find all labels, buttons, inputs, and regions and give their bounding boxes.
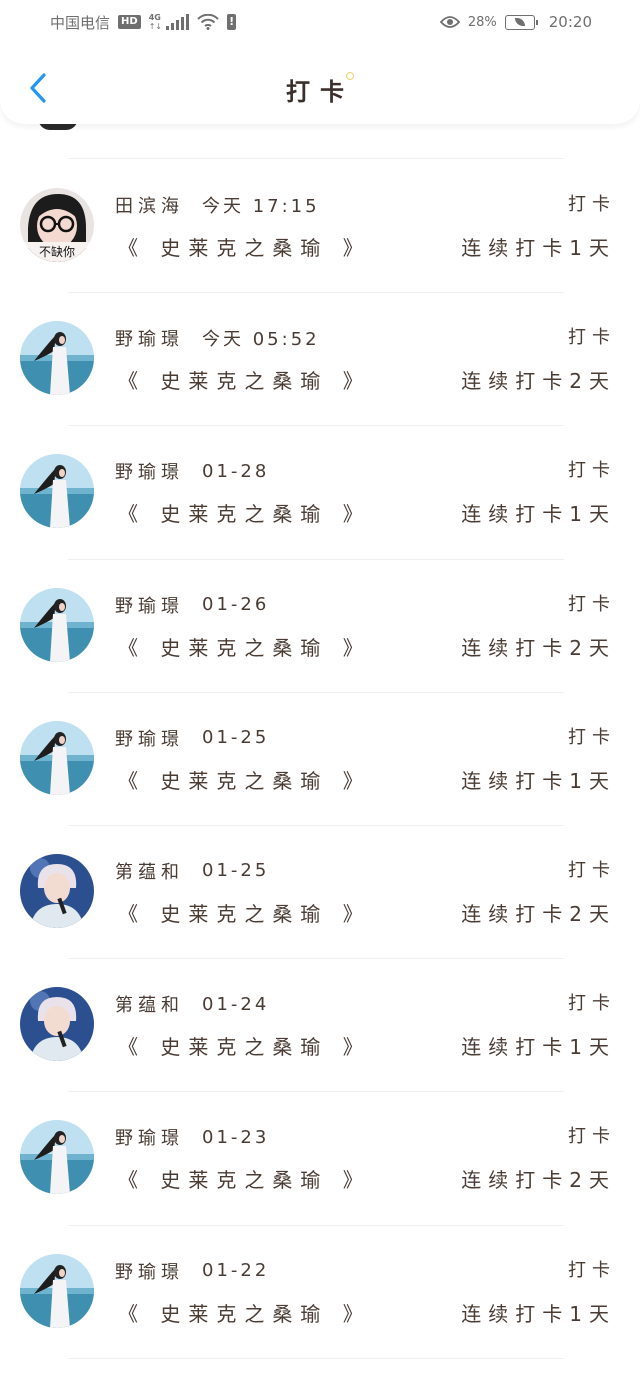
entry-meta: 野瑜璟 01-22 [115,1258,616,1284]
checkin-entry-3[interactable]: 野瑜璟 01-28 打卡 《 史莱克之桑瑜 》 连续打卡1天 [0,426,640,560]
avatar[interactable] [20,720,94,795]
streak-label: 连续打卡2天 [461,901,616,926]
page-title: 打卡 [0,72,640,107]
streak-label: 连续打卡1天 [461,1301,616,1326]
avatar[interactable] [20,1120,94,1195]
avatar[interactable] [20,1253,94,1328]
user-name[interactable]: 野瑜璟 [115,1258,184,1284]
user-name[interactable]: 野瑜璟 [115,325,184,351]
eye-comfort-icon [439,15,460,29]
streak-label: 连续打卡1天 [461,502,616,527]
checkin-time: 01-26 [202,594,270,616]
book-title[interactable]: 《 史莱克之桑瑜 》 [118,1164,371,1193]
book-title[interactable]: 《 史莱克之桑瑜 》 [118,1031,371,1060]
user-name[interactable]: 野瑜璟 [115,592,184,618]
book-title[interactable]: 《 史莱克之桑瑜 》 [118,1298,371,1327]
checkin-entry-6[interactable]: 第蕴和 01-25 打卡 《 史莱克之桑瑜 》 连续打卡2天 [0,826,640,960]
title-dot-decoration [346,72,354,80]
checkin-time: 01-23 [202,1126,270,1148]
status-bar: 中国电信 HD 4G ↑↓ ! 28% 20:20 [0,0,640,44]
user-name[interactable]: 野瑜璟 [115,725,184,751]
streak-label: 连续打卡2天 [461,1168,616,1193]
checkin-tag: 打卡 [568,327,616,349]
checkin-time: 今天 17:15 [202,196,320,217]
book-title[interactable]: 《 史莱克之桑瑜 》 [118,765,371,794]
avatar[interactable] [20,853,94,928]
entry-meta: 野瑜璟 01-26 [115,592,616,618]
book-title[interactable]: 《 史莱克之桑瑜 》 [118,632,371,661]
checkin-time: 01-24 [202,993,270,1015]
book-title[interactable]: 《 史莱克之桑瑜 》 [118,898,371,927]
checkin-tag: 打卡 [568,194,616,215]
book-title[interactable]: 《 史莱克之桑瑜 》 [118,232,371,261]
streak-label: 连续打卡1天 [461,236,616,260]
hd-badge: HD [118,15,141,29]
streak-label: 连续打卡1天 [461,1035,616,1060]
streak-label: 连续打卡2天 [461,369,616,394]
entry-meta: 第蕴和 01-24 [115,991,616,1017]
avatar[interactable] [20,321,94,396]
checkin-tag: 打卡 [568,1126,616,1148]
avatar[interactable] [20,454,94,529]
checkin-time: 01-25 [202,860,270,882]
user-name[interactable]: 野瑜璟 [115,458,184,484]
book-title[interactable]: 《 史莱克之桑瑜 》 [118,498,371,527]
entry-meta: 野瑜璟 01-23 [115,1124,616,1150]
status-left: 中国电信 HD 4G ↑↓ ! [50,12,237,33]
battery-percent: 28% [467,14,497,30]
divider [68,1357,564,1359]
avatar[interactable] [20,587,94,662]
network-label: 4G [148,13,161,22]
checkin-tag: 打卡 [568,993,616,1015]
checkin-tag: 打卡 [568,726,616,748]
divider [68,158,564,159]
checkin-entry-9[interactable]: 野瑜璟 01-22 打卡 《 史莱克之桑瑜 》 连续打卡1天 [0,1226,640,1359]
checkin-time: 01-22 [202,1260,270,1281]
page-title-text: 打卡 [286,78,354,106]
carrier-label: 中国电信 [50,13,111,32]
entry-meta: 野瑜璟 01-28 [115,458,616,484]
checkin-entry-8[interactable]: 野瑜璟 01-23 打卡 《 史莱克之桑瑜 》 连续打卡2天 [0,1092,640,1226]
avatar[interactable] [20,987,94,1062]
streak-label: 连续打卡2天 [461,635,616,660]
entry-meta: 第蕴和 01-25 [115,858,616,884]
status-right: 28% 20:20 [439,13,592,31]
checkin-entry-1[interactable]: 不缺你 田滨海 今天 17:15 打卡 《 史莱克之桑瑜 》 连续打卡1天 [0,160,640,294]
checkin-entry-4[interactable]: 野瑜璟 01-26 打卡 《 史莱克之桑瑜 》 连续打卡2天 [0,560,640,693]
checkin-time: 01-25 [202,727,270,749]
svg-text:不缺你: 不缺你 [39,244,75,259]
checkin-entry-2[interactable]: 野瑜璟 今天 05:52 打卡 《 史莱克之桑瑜 》 连续打卡2天 [0,293,640,427]
entry-meta: 田滨海 今天 17:15 [115,192,616,218]
entry-meta: 野瑜璟 01-25 [115,725,616,751]
wifi-icon [197,14,219,30]
user-name[interactable]: 野瑜璟 [115,1124,184,1150]
entry-meta: 野瑜璟 今天 05:52 [115,325,616,351]
user-name[interactable]: 田滨海 [115,192,184,218]
alert-icon: ! [227,14,237,30]
network-type: 4G ↑↓ [148,13,163,31]
book-title[interactable]: 《 史莱克之桑瑜 》 [118,365,371,394]
streak-label: 连续打卡1天 [461,768,616,793]
status-time: 20:20 [548,13,592,31]
header-bar: 打卡 [0,44,640,124]
checkin-entry-7[interactable]: 第蕴和 01-24 打卡 《 史莱克之桑瑜 》 连续打卡1天 [0,959,640,1093]
user-name[interactable]: 第蕴和 [115,858,184,884]
avatar[interactable]: 不缺你 [20,188,94,262]
checkin-time: 今天 05:52 [202,329,320,351]
checkin-tag: 打卡 [568,460,616,482]
checkin-tag: 打卡 [568,1259,616,1281]
checkin-list: 不缺你 田滨海 今天 17:15 打卡 《 史莱克之桑瑜 》 连续打卡1天 野瑜… [0,160,640,1359]
battery-icon [504,14,538,30]
user-name[interactable]: 第蕴和 [115,991,184,1017]
signal-icon [166,14,190,30]
checkin-time: 01-28 [202,460,270,482]
checkin-entry-5[interactable]: 野瑜璟 01-25 打卡 《 史莱克之桑瑜 》 连续打卡1天 [0,693,640,826]
checkin-tag: 打卡 [568,859,616,881]
checkin-tag: 打卡 [568,593,616,615]
